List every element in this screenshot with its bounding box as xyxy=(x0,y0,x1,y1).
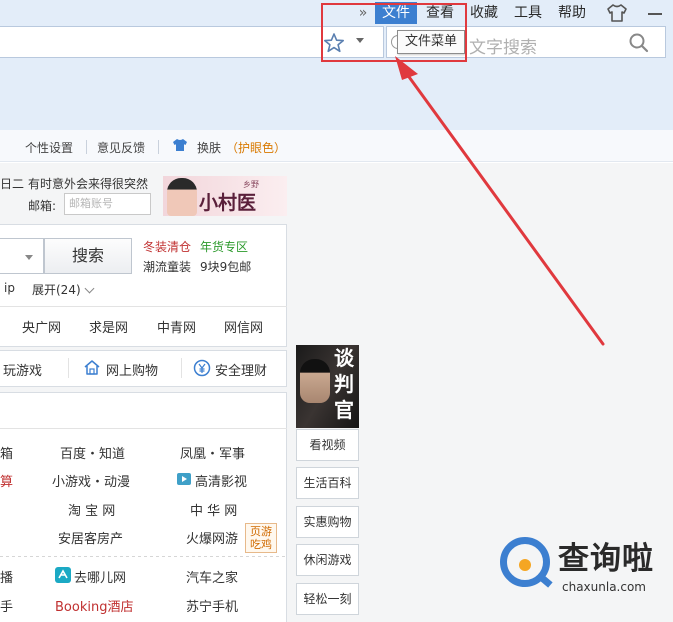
link-china-com[interactable]: 中 华 网 xyxy=(190,500,237,519)
link-taobao[interactable]: 淘 宝 网 xyxy=(68,500,115,519)
logo-handle xyxy=(537,573,553,588)
site-link[interactable]: 中青网 xyxy=(157,317,196,336)
email-field[interactable]: 邮箱账号 xyxy=(64,193,151,215)
link-suning-phone[interactable]: 苏宁手机 xyxy=(186,596,238,615)
divider xyxy=(68,358,69,378)
promo-new-year[interactable]: 年货专区 xyxy=(200,238,248,255)
divider xyxy=(158,140,159,154)
eye-care-link[interactable]: （护眼色） xyxy=(226,139,286,156)
page-toolbar: 个性设置 意见反馈 换肤 （护眼色） xyxy=(0,130,673,162)
menu-help[interactable]: 帮助 xyxy=(551,2,593,24)
link-fragment[interactable]: 算 xyxy=(0,471,13,490)
expand-link[interactable]: 展开(24) xyxy=(32,281,81,298)
poster-title-char: 判 xyxy=(334,372,354,396)
link-mini-games[interactable]: 小游戏・动漫 xyxy=(52,471,130,490)
side-relax-moment[interactable]: 轻松一刻 xyxy=(296,583,359,615)
watermark-logo: 查询啦 chaxunla.com xyxy=(492,527,666,603)
search-icon[interactable] xyxy=(627,32,651,54)
side-deal-shopping[interactable]: 实惠购物 xyxy=(296,506,359,538)
movie-poster[interactable]: 谈 判 官 xyxy=(296,345,359,428)
category-shopping[interactable]: 网上购物 xyxy=(106,360,158,379)
skin-shirt-icon[interactable] xyxy=(606,3,628,23)
email-label: 邮箱: xyxy=(28,199,57,213)
change-skin-link[interactable]: 换肤 xyxy=(197,139,221,156)
game-tag-badge[interactable]: 页游吃鸡 xyxy=(245,523,277,553)
banner-title: 小村医 xyxy=(199,192,257,214)
banner-portrait xyxy=(167,178,197,216)
logo-dot xyxy=(519,559,531,571)
link-anjuke[interactable]: 安居客房产 xyxy=(58,528,123,547)
links-panel xyxy=(0,392,287,622)
ip-text: ip xyxy=(4,281,15,295)
divider xyxy=(0,306,287,307)
watermark-url: chaxunla.com xyxy=(562,580,646,594)
search-dropdown-icon[interactable] xyxy=(25,255,33,260)
link-baidu-zhidao[interactable]: 百度・知道 xyxy=(60,443,125,462)
side-life-encyclopedia[interactable]: 生活百科 xyxy=(296,467,359,499)
poster-portrait xyxy=(300,359,330,403)
link-autohome[interactable]: 汽车之家 xyxy=(186,567,238,586)
poster-title-char: 谈 xyxy=(334,346,354,370)
divider xyxy=(86,140,87,154)
highlight-box xyxy=(321,3,467,62)
promo-winter-clearance[interactable]: 冬装清仓 xyxy=(143,238,191,255)
site-link[interactable]: 网信网 xyxy=(224,317,263,336)
menu-tools[interactable]: 工具 xyxy=(507,2,549,24)
promo-free-shipping[interactable]: 9块9包邮 xyxy=(200,258,251,275)
novel-banner[interactable]: 乡野 小村医 xyxy=(163,176,287,216)
side-casual-games[interactable]: 休闲游戏 xyxy=(296,544,359,576)
personal-settings-link[interactable]: 个性设置 xyxy=(25,139,73,156)
shopping-house-icon xyxy=(84,360,100,375)
link-booking[interactable]: Booking酒店 xyxy=(55,596,133,615)
link-fragment[interactable]: 手 xyxy=(0,596,13,615)
site-link[interactable]: 求是网 xyxy=(89,317,128,336)
video-icon xyxy=(177,473,191,485)
link-online-games[interactable]: 火爆网游 xyxy=(186,528,238,547)
menu-favorites[interactable]: 收藏 xyxy=(463,2,505,24)
minimize-icon[interactable] xyxy=(648,13,662,15)
link-hd-video[interactable]: 高清影视 xyxy=(195,471,247,490)
category-games[interactable]: 玩游戏 xyxy=(3,360,42,379)
search-button[interactable]: 搜索 xyxy=(44,238,132,274)
poster-title-char: 官 xyxy=(334,398,354,422)
link-fragment[interactable]: 箱 xyxy=(0,443,13,462)
link-fragment[interactable]: 播 xyxy=(0,567,13,586)
news-headline[interactable]: 有时意外会来得很突然 xyxy=(28,175,148,192)
feedback-link[interactable]: 意见反馈 xyxy=(97,139,145,156)
category-finance[interactable]: 安全理财 xyxy=(215,360,267,379)
link-ifeng-military[interactable]: 凤凰・军事 xyxy=(180,443,245,462)
dashed-divider xyxy=(0,556,287,557)
date-text: 日二 xyxy=(0,177,25,191)
web-search-input[interactable] xyxy=(0,238,44,274)
divider xyxy=(0,428,287,429)
skin-shirt-icon xyxy=(173,139,187,151)
side-watch-video[interactable]: 看视频 xyxy=(296,429,359,461)
qunar-icon xyxy=(55,567,71,583)
link-qunar[interactable]: 去哪儿网 xyxy=(74,567,126,586)
divider xyxy=(181,358,182,378)
search-placeholder: 文字搜索 xyxy=(469,38,537,58)
watermark-title: 查询啦 xyxy=(558,541,654,577)
site-link[interactable]: 央广网 xyxy=(22,317,61,336)
yen-coin-icon xyxy=(193,359,211,377)
promo-kids-clothing[interactable]: 潮流童装 xyxy=(143,258,191,275)
